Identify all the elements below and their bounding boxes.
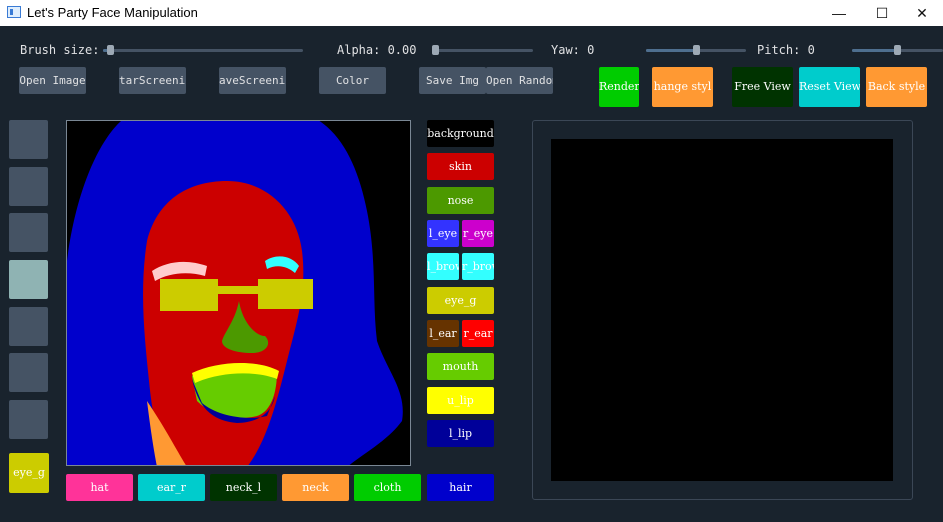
window-title: Let's Party Face Manipulation: [27, 5, 198, 20]
color-swatch[interactable]: [9, 353, 48, 392]
open-random-button[interactable]: Open Random: [486, 67, 553, 94]
label-skin-button[interactable]: skin: [427, 153, 494, 180]
label-cloth-button[interactable]: cloth: [354, 474, 421, 501]
close-button[interactable]: ✕: [899, 0, 943, 26]
segmentation-mask-image[interactable]: [67, 121, 411, 466]
label-r-eye-button[interactable]: r_eye: [462, 220, 494, 247]
label-nose-button[interactable]: nose: [427, 187, 494, 214]
color-swatch-selected[interactable]: [9, 260, 48, 299]
back-style-button[interactable]: Back style: [866, 67, 927, 107]
mask-glasses-right: [258, 279, 313, 309]
label-mouth-button[interactable]: mouth: [427, 353, 494, 380]
reset-view-button[interactable]: Reset View: [799, 67, 860, 107]
alpha-label: Alpha: 0.00: [337, 43, 417, 57]
slider-handle[interactable]: [432, 45, 439, 55]
minimize-button[interactable]: —: [816, 0, 862, 26]
app-icon: [7, 6, 21, 18]
render-view[interactable]: [551, 139, 893, 481]
title-bar: Let's Party Face Manipulation — ☐ ✕: [0, 0, 943, 26]
color-swatch[interactable]: [9, 167, 48, 206]
color-swatch[interactable]: [9, 213, 48, 252]
label-hair-button[interactable]: hair: [427, 474, 494, 501]
label-neck-button[interactable]: neck: [282, 474, 349, 501]
color-swatch[interactable]: [9, 400, 48, 439]
label-l-ear-button[interactable]: l_ear: [427, 320, 459, 347]
label-ear-r-button[interactable]: ear_r: [138, 474, 205, 501]
start-screening-button[interactable]: tarScreenin: [119, 67, 186, 94]
slider-handle[interactable]: [894, 45, 901, 55]
brush-size-label: Brush size:: [20, 43, 100, 57]
label-r-brow-button[interactable]: r_brow: [462, 253, 494, 280]
label-l-brow-button[interactable]: l_brow: [427, 253, 459, 280]
label-r-ear-button[interactable]: r_ear: [462, 320, 494, 347]
label-background-button[interactable]: background: [427, 120, 494, 147]
pitch-slider[interactable]: [852, 45, 943, 55]
label-eye-g-button[interactable]: eye_g: [427, 287, 494, 314]
alpha-slider[interactable]: [432, 45, 533, 55]
color-button[interactable]: Color: [319, 67, 386, 94]
color-swatch[interactable]: [9, 120, 48, 159]
label-u-lip-button[interactable]: u_lip: [427, 387, 494, 414]
label-l-lip-button[interactable]: l_lip: [427, 420, 494, 447]
brush-size-slider[interactable]: [103, 45, 303, 55]
yaw-label: Yaw: 0: [551, 43, 595, 57]
yaw-slider[interactable]: [646, 45, 746, 55]
label-hat-button[interactable]: hat: [66, 474, 133, 501]
slider-handle[interactable]: [106, 45, 114, 55]
mask-glasses-bridge: [218, 286, 258, 294]
render-button[interactable]: Render: [599, 67, 639, 107]
change-style-button[interactable]: hange styl: [652, 67, 713, 107]
slider-groove: [103, 49, 303, 52]
slider-groove: [432, 49, 533, 52]
slider-fill: [646, 49, 696, 52]
free-view-button[interactable]: Free View: [732, 67, 793, 107]
label-l-eye-button[interactable]: l_eye: [427, 220, 459, 247]
color-swatch[interactable]: [9, 307, 48, 346]
slider-fill: [852, 49, 897, 52]
mask-canvas[interactable]: [66, 120, 411, 466]
open-image-button[interactable]: Open Image: [19, 67, 86, 94]
slider-handle[interactable]: [692, 45, 700, 55]
pitch-label: Pitch: 0: [757, 43, 815, 57]
mask-glasses-left: [160, 279, 218, 311]
label-neck-l-button[interactable]: neck_l: [210, 474, 277, 501]
eye-g-swatch[interactable]: eye_g: [9, 453, 49, 493]
save-img-button[interactable]: Save Img: [419, 67, 486, 94]
save-screening-button[interactable]: aveScreenin: [219, 67, 286, 94]
